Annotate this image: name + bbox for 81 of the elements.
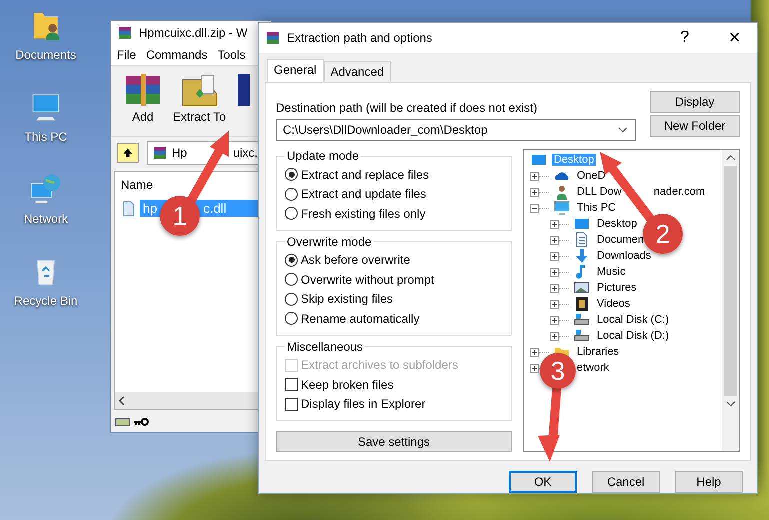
pictures-icon <box>574 280 590 296</box>
book-icon <box>236 72 250 108</box>
toolbar-button[interactable]: Extract To <box>173 72 226 124</box>
tree-item[interactable]: Music <box>595 266 628 278</box>
close-button[interactable]: × <box>713 23 757 53</box>
expander-icon[interactable] <box>550 220 559 228</box>
expander-icon[interactable] <box>550 268 559 276</box>
expander-icon[interactable] <box>550 236 559 244</box>
disk-icon <box>574 328 590 344</box>
save-settings-button[interactable]: Save settings <box>276 431 512 452</box>
chevron-left-icon[interactable] <box>119 396 125 406</box>
disk-icon <box>574 312 590 328</box>
dialog-button[interactable]: Help <box>675 471 743 493</box>
window-title: Hpmcuixc.dll.zip - W <box>139 26 248 40</box>
expander-icon[interactable] <box>550 284 559 292</box>
tree-item[interactable]: Local Disk (C:) <box>595 314 672 326</box>
tree-item[interactable]: OneD <box>575 170 608 182</box>
tree-item-label[interactable]: nader.com <box>652 186 708 198</box>
tree-item[interactable]: Videos <box>595 298 632 310</box>
menu-item[interactable]: File <box>117 48 136 62</box>
help-button[interactable]: ? <box>663 23 707 53</box>
tab[interactable]: General <box>267 59 324 82</box>
destination-path-field[interactable]: C:\Users\DllDownloader_com\Desktop <box>276 119 636 141</box>
documents-icon <box>574 232 590 248</box>
side-button[interactable]: New Folder <box>650 115 740 137</box>
group-title: Overwrite mode <box>286 234 373 248</box>
column-header[interactable]: Name <box>121 178 154 192</box>
chevron-down-icon[interactable] <box>726 401 736 407</box>
radio-option[interactable]: Fresh existing files only <box>285 204 503 224</box>
tree-item[interactable]: Local Disk (D:) <box>595 330 672 342</box>
dialog-title: Extraction path and options <box>287 31 434 45</box>
archive-stack-icon <box>123 72 163 108</box>
user-icon <box>554 184 570 200</box>
expander-icon[interactable] <box>530 172 539 180</box>
radio-option[interactable]: Overwrite without prompt <box>285 270 503 290</box>
archive-icon <box>265 30 281 46</box>
side-button[interactable]: Display <box>650 91 740 113</box>
desktop-icon <box>574 216 590 232</box>
dialog-button[interactable]: Cancel <box>592 471 660 493</box>
expander-icon[interactable] <box>530 204 539 212</box>
tree-item[interactable]: This PC <box>575 202 618 214</box>
tree-item[interactable]: Pictures <box>595 282 639 294</box>
radio-option[interactable]: Extract and replace files <box>285 165 503 184</box>
radio-option[interactable]: Rename automatically <box>285 309 503 328</box>
expander-icon[interactable] <box>530 348 539 356</box>
archive-icon <box>117 25 133 41</box>
file-icon <box>121 200 137 216</box>
tree-item[interactable]: etwork <box>575 362 612 374</box>
expander-icon[interactable] <box>550 332 559 340</box>
checkbox-option[interactable]: Keep broken files <box>285 375 503 394</box>
dialog-button[interactable]: OK <box>509 471 577 493</box>
menu-item[interactable]: Commands <box>146 48 208 62</box>
toolbar-button[interactable]: Add <box>123 72 163 124</box>
up-folder-button[interactable] <box>117 143 139 163</box>
group-title: Update mode <box>286 149 360 163</box>
archive-icon <box>152 145 168 161</box>
destination-label: Destination path (will be created if does not exist) <box>276 101 538 115</box>
expander-icon[interactable] <box>550 316 559 324</box>
expander-icon[interactable] <box>530 364 539 372</box>
radio-option[interactable]: Ask before overwrite <box>285 250 503 270</box>
tree-item[interactable]: Libraries <box>575 346 622 358</box>
chevron-up-icon[interactable] <box>726 155 736 161</box>
radio-option[interactable]: Skip existing files <box>285 290 503 309</box>
menu-item[interactable]: Tools <box>218 48 246 62</box>
vertical-scrollbar[interactable] <box>722 150 739 451</box>
chevron-down-icon <box>618 127 628 133</box>
downloads-icon <box>574 248 590 264</box>
videos-icon <box>574 296 590 312</box>
pc-icon <box>554 200 570 216</box>
expander-icon[interactable] <box>550 300 559 308</box>
expander-icon[interactable] <box>550 252 559 260</box>
desktop-icon <box>531 152 547 168</box>
checkbox-option[interactable]: Display files in Explorer <box>285 394 503 414</box>
tree-item[interactable]: DLL Dow <box>575 186 624 198</box>
tree-item[interactable]: Desktop <box>595 218 640 230</box>
radio-option[interactable]: Extract and update files <box>285 184 503 204</box>
toolbar-button[interactable] <box>236 72 250 108</box>
expander-icon[interactable] <box>530 188 539 196</box>
group-title: Miscellaneous <box>286 340 364 354</box>
up-arrow-icon <box>122 147 134 159</box>
tab[interactable]: Advanced <box>324 61 392 82</box>
